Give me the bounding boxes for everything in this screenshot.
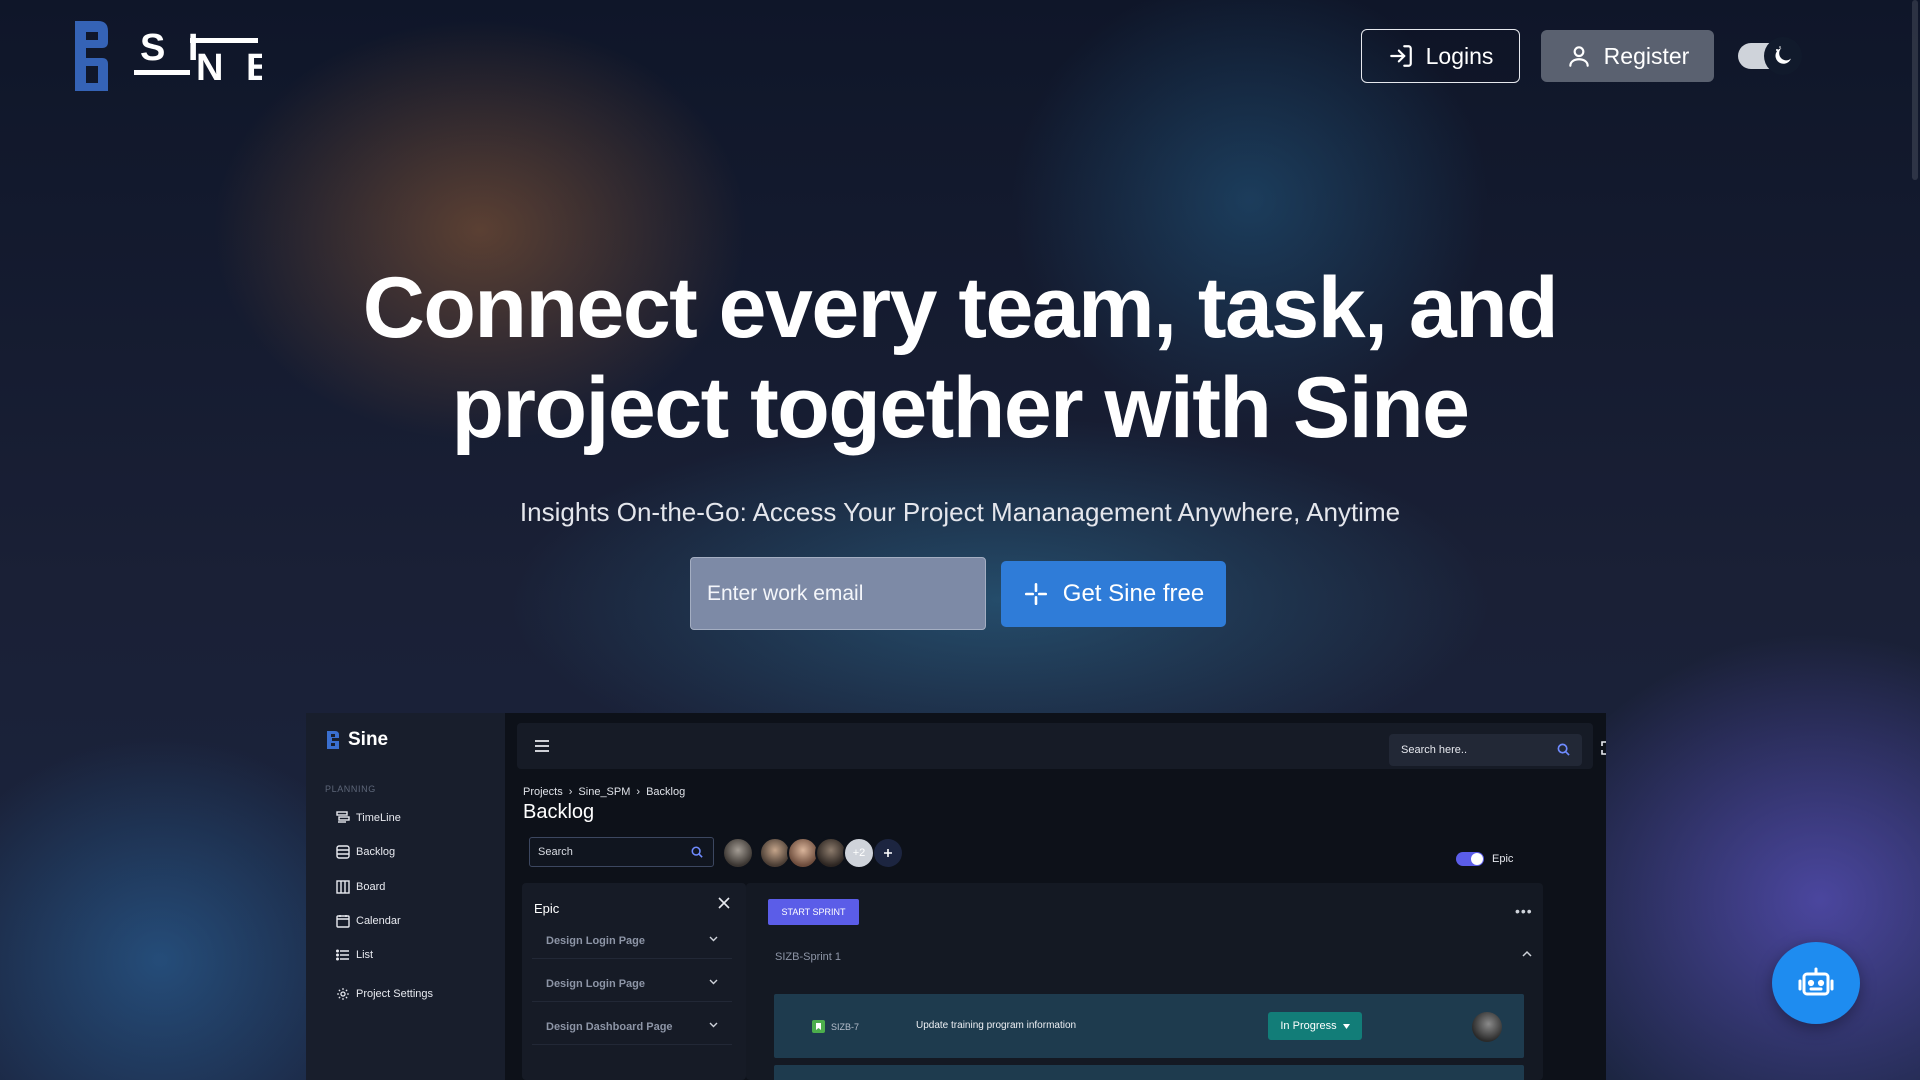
preview-brand-label: Sine bbox=[348, 729, 389, 750]
calendar-icon bbox=[336, 915, 350, 928]
issue-summary: Update training program information bbox=[916, 1020, 1077, 1031]
sidebar-item-timeline[interactable]: TimeLine bbox=[336, 811, 401, 825]
breadcrumb-item-projects[interactable]: Projects bbox=[523, 786, 563, 798]
issue-row[interactable] bbox=[774, 1065, 1524, 1080]
get-sine-free-button[interactable]: Get Sine free bbox=[1001, 561, 1226, 627]
svg-text:N E: N E bbox=[196, 47, 262, 89]
moon-icon bbox=[1764, 37, 1802, 75]
sidebar-item-label: Backlog bbox=[356, 846, 396, 858]
chatbot-button[interactable] bbox=[1772, 942, 1860, 1024]
hero-subtitle: Insights On-the-Go: Access Your Project … bbox=[519, 497, 1401, 527]
epic-item-label: Design Login Page bbox=[546, 934, 646, 947]
theme-toggle[interactable] bbox=[1738, 37, 1806, 75]
sidebar-item-project-settings[interactable]: Project Settings bbox=[336, 987, 433, 1001]
register-button[interactable]: Register bbox=[1541, 30, 1714, 82]
chevron-up-icon[interactable] bbox=[1522, 950, 1532, 957]
close-icon[interactable] bbox=[718, 897, 730, 909]
chevron-down-icon bbox=[709, 936, 718, 942]
register-label: Register bbox=[1603, 42, 1690, 69]
sidebar-item-label: Board bbox=[356, 881, 386, 893]
list-icon bbox=[336, 949, 349, 961]
login-icon bbox=[1389, 45, 1412, 67]
epic-item[interactable]: Design Login Page bbox=[532, 923, 732, 959]
issue-key-label: SIZB-7 bbox=[831, 1021, 860, 1032]
issue-key: SIZB-7 bbox=[812, 1020, 859, 1033]
login-label: Logins bbox=[1425, 42, 1494, 69]
preview-brand[interactable]: Sine bbox=[326, 729, 388, 751]
plus-icon bbox=[884, 849, 892, 857]
robot-icon bbox=[1798, 967, 1834, 996]
story-icon bbox=[812, 1020, 825, 1033]
epic-item[interactable]: Design Dashboard Page bbox=[532, 1009, 732, 1045]
fullscreen-icon[interactable] bbox=[1599, 739, 1606, 757]
topbar-search-placeholder: Search here.. bbox=[1401, 744, 1468, 756]
backlog-icon bbox=[336, 845, 350, 859]
sprint-name: SIZB-Sprint 1 bbox=[775, 951, 842, 963]
sidebar-section-planning: PLANNING bbox=[325, 784, 376, 794]
more-options-icon[interactable]: ••• bbox=[1515, 903, 1533, 919]
epic-toggle-label: Epic bbox=[1492, 853, 1514, 865]
timeline-icon bbox=[336, 811, 350, 823]
app-preview: Sine PLANNING TimeLine Backlog Board Cal… bbox=[306, 713, 1606, 1080]
status-label: In Progress bbox=[1280, 1020, 1337, 1032]
avatar-overflow-count[interactable]: +2 bbox=[843, 837, 875, 869]
sidebar-item-calendar[interactable]: Calendar bbox=[336, 914, 401, 928]
login-button[interactable]: Logins bbox=[1361, 29, 1520, 83]
preview-topbar-search[interactable]: Search here.. bbox=[1389, 734, 1582, 766]
breadcrumb-item-current: Backlog bbox=[646, 786, 686, 798]
breadcrumb-separator: › bbox=[636, 786, 641, 798]
start-sprint-button[interactable]: START SPRINT bbox=[768, 899, 859, 925]
page-scrollbar[interactable] bbox=[1912, 0, 1918, 180]
user-icon bbox=[1568, 46, 1589, 67]
epic-panel: Epic Design Login Page Design Login Page… bbox=[522, 883, 746, 1080]
status-dropdown[interactable]: In Progress bbox=[1268, 1012, 1362, 1040]
sprint-panel: START SPRINT ••• SIZB-Sprint 1 SIZB-7 Up… bbox=[746, 883, 1543, 1080]
breadcrumb-separator: › bbox=[568, 786, 573, 798]
add-member-button[interactable] bbox=[874, 839, 902, 867]
epic-panel-title: Epic bbox=[534, 901, 560, 916]
sidebar-item-backlog[interactable]: Backlog bbox=[336, 845, 395, 859]
sidebar-item-label: List bbox=[356, 949, 374, 961]
sine-logo[interactable]: S I N E bbox=[72, 18, 262, 94]
sidebar-item-label: Project Settings bbox=[356, 988, 434, 1000]
backlog-search-input[interactable]: Search bbox=[529, 837, 714, 867]
breadcrumb: Projects › Sine_SPM › Backlog bbox=[523, 786, 685, 798]
sine-logo-icon bbox=[327, 731, 339, 749]
backlog-search-placeholder: Search bbox=[538, 846, 573, 858]
cta-label: Get Sine free bbox=[1062, 580, 1205, 607]
breadcrumb-item-project[interactable]: Sine_SPM bbox=[578, 786, 630, 798]
preview-sidebar: Sine PLANNING TimeLine Backlog Board Cal… bbox=[306, 713, 505, 1080]
chevron-down-icon bbox=[709, 979, 718, 985]
gear-icon bbox=[337, 988, 349, 1000]
assignee-avatar[interactable] bbox=[1472, 1012, 1502, 1042]
epic-item[interactable]: Design Login Page bbox=[532, 966, 732, 1002]
epic-item-label: Design Dashboard Page bbox=[546, 1020, 673, 1033]
epic-toggle[interactable]: Epic bbox=[1456, 852, 1513, 866]
svg-text:S I: S I bbox=[140, 27, 204, 69]
sidebar-item-label: Calendar bbox=[356, 915, 401, 927]
caret-down-icon bbox=[1342, 1023, 1350, 1029]
epic-item-label: Design Login Page bbox=[546, 977, 646, 990]
hamburger-menu-icon[interactable] bbox=[534, 739, 550, 753]
search-icon[interactable] bbox=[1557, 743, 1570, 756]
work-email-input[interactable] bbox=[690, 557, 986, 630]
preview-topbar: Search here.. bbox=[517, 723, 1606, 769]
avatar[interactable] bbox=[722, 837, 754, 869]
page-title: Backlog bbox=[523, 801, 595, 823]
search-icon bbox=[691, 846, 703, 858]
sparkle-icon bbox=[1024, 582, 1047, 606]
board-icon bbox=[336, 880, 350, 894]
epic-toggle-switch bbox=[1456, 852, 1484, 866]
hero-title: Connect every team, task, and project to… bbox=[362, 260, 1559, 456]
chevron-down-icon bbox=[709, 1022, 718, 1028]
sidebar-item-list[interactable]: List bbox=[336, 948, 373, 962]
sidebar-item-label: TimeLine bbox=[356, 812, 401, 824]
issue-row[interactable]: SIZB-7 Update training program informati… bbox=[774, 994, 1524, 1058]
sidebar-item-board[interactable]: Board bbox=[336, 880, 385, 894]
